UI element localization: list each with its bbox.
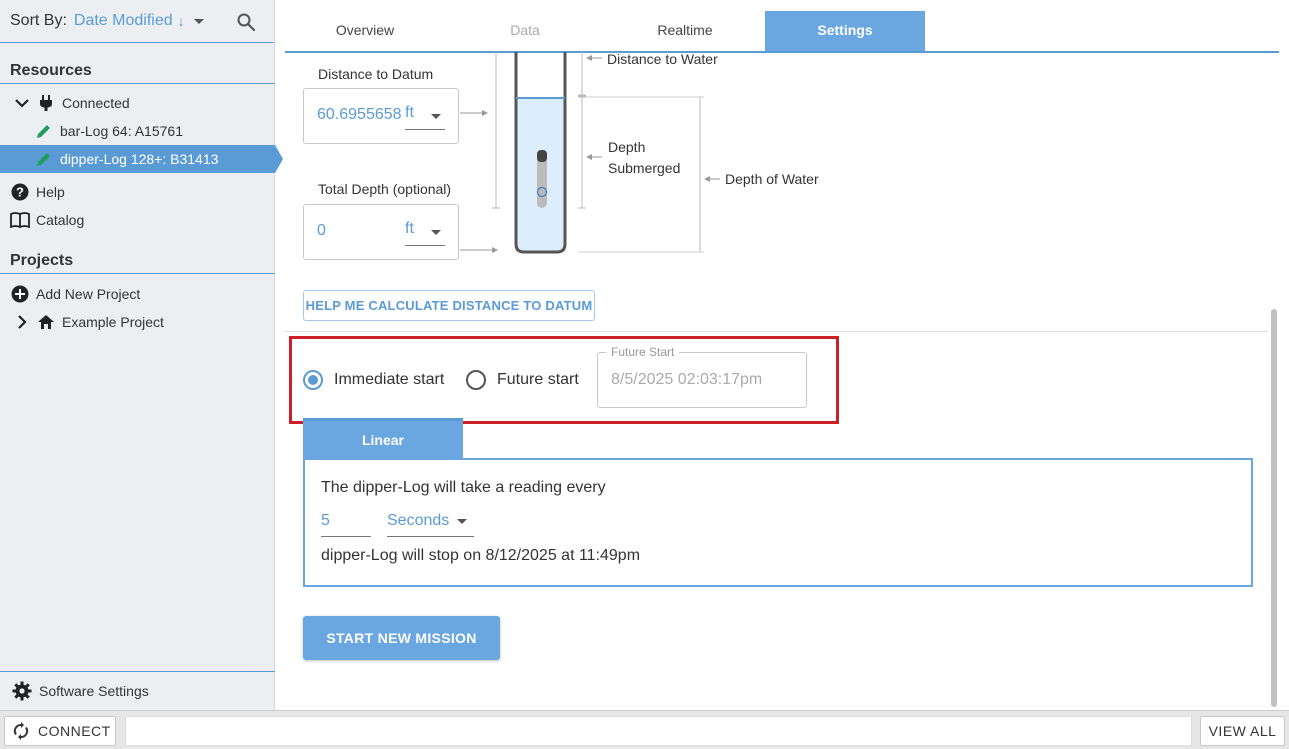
resources-title: Resources <box>0 58 275 84</box>
view-all-button[interactable]: VIEW ALL <box>1200 716 1285 746</box>
plug-icon <box>36 93 56 113</box>
distance-to-datum-label: Distance to Datum <box>318 66 434 82</box>
well-diagram <box>460 52 720 254</box>
future-start-value[interactable]: 8/5/2025 02:03:17pm <box>611 371 762 389</box>
tab-settings[interactable]: Settings <box>765 11 925 51</box>
sort-value[interactable]: Date Modified <box>74 12 173 30</box>
reading-interval-text: The dipper-Log will take a reading every <box>321 479 606 496</box>
total-depth-unit-select[interactable]: ft <box>405 220 445 246</box>
catalog-label: Catalog <box>36 212 85 228</box>
section-divider <box>285 331 1268 332</box>
sidebar-item-help[interactable]: ? Help <box>0 178 275 206</box>
immediate-start-label[interactable]: Immediate start <box>334 371 444 389</box>
add-project-button[interactable]: Add New Project <box>0 280 275 308</box>
add-project-label: Add New Project <box>36 286 141 302</box>
add-circle-icon <box>10 284 30 304</box>
depth-submerged-label-line1: Depth <box>608 139 646 155</box>
chevron-down-icon <box>431 114 441 119</box>
connected-label: Connected <box>62 95 130 111</box>
bottom-bar: CONNECT VIEW ALL <box>0 710 1289 749</box>
distance-unit-select[interactable]: ft <box>405 104 445 130</box>
help-icon: ? <box>10 182 30 202</box>
status-message-field <box>125 716 1192 746</box>
distance-to-water-label: Distance to Water <box>607 51 718 67</box>
future-start-legend: Future Start <box>606 345 680 359</box>
sidebar: Sort By: Date Modified ↓ Resources Conne… <box>0 0 283 710</box>
chevron-down-icon <box>457 519 467 524</box>
stop-time-text: dipper-Log will stop on 8/12/2025 at 11:… <box>321 547 641 564</box>
interval-value-input[interactable]: 5 <box>321 510 371 537</box>
total-depth-value[interactable]: 0 <box>317 222 326 240</box>
svg-text:?: ? <box>16 185 24 200</box>
help-calculate-datum-button[interactable]: HELP ME CALCULATE DISTANCE TO DATUM <box>303 290 595 321</box>
depth-of-water-label: Depth of Water <box>725 171 819 187</box>
tab-overview[interactable]: Overview <box>285 11 445 51</box>
sort-label: Sort By: <box>10 12 67 29</box>
depth-submerged-label-line2: Submerged <box>608 160 681 176</box>
distance-unit-value: ft <box>405 104 414 121</box>
tab-bar: Overview Data Realtime Settings <box>285 11 1279 53</box>
total-depth-unit-value: ft <box>405 220 414 237</box>
connect-label: CONNECT <box>38 723 111 739</box>
interval-unit-value: Seconds <box>387 512 450 529</box>
help-label: Help <box>36 184 65 200</box>
immediate-start-radio[interactable] <box>303 370 323 390</box>
device-label: bar-Log 64: A15761 <box>60 123 183 139</box>
future-start-radio[interactable] <box>466 370 486 390</box>
chevron-down-icon[interactable] <box>12 93 32 113</box>
sidebar-item-device-dipperlog[interactable]: dipper-Log 128+: B31413 <box>0 145 283 173</box>
sort-direction-icon[interactable]: ↓ <box>178 13 185 29</box>
sidebar-item-example-project[interactable]: Example Project <box>0 308 275 336</box>
gear-icon <box>12 681 32 701</box>
connected-group[interactable]: Connected <box>0 89 275 117</box>
sort-bar[interactable]: Sort By: Date Modified ↓ <box>0 0 274 43</box>
software-settings-label: Software Settings <box>39 683 149 699</box>
scrollbar-thumb[interactable] <box>1271 309 1277 707</box>
total-depth-label: Total Depth (optional) <box>318 181 452 197</box>
chevron-down-icon <box>431 230 441 235</box>
home-icon <box>36 312 56 332</box>
refresh-icon <box>13 722 29 740</box>
tab-linear[interactable]: Linear <box>303 418 463 459</box>
pencil-icon <box>34 121 54 141</box>
distance-to-datum-value[interactable]: 60.6955658 <box>317 106 402 124</box>
pencil-icon <box>34 149 54 169</box>
interval-unit-select[interactable]: Seconds <box>387 510 474 537</box>
search-icon[interactable] <box>236 12 256 32</box>
book-icon <box>10 210 30 230</box>
sidebar-item-device-barlog[interactable]: bar-Log 64: A15761 <box>0 117 275 145</box>
device-label: dipper-Log 128+: B31413 <box>60 151 219 167</box>
example-project-label: Example Project <box>62 314 164 330</box>
sort-dropdown-caret-icon[interactable] <box>193 18 204 24</box>
sidebar-item-catalog[interactable]: Catalog <box>0 206 275 234</box>
future-start-label[interactable]: Future start <box>497 371 579 389</box>
tab-data[interactable]: Data <box>445 11 605 51</box>
chevron-right-icon[interactable] <box>12 312 32 332</box>
start-new-mission-button[interactable]: START NEW MISSION <box>303 616 500 660</box>
connect-button[interactable]: CONNECT <box>4 716 116 746</box>
software-settings-button[interactable]: Software Settings <box>0 671 275 710</box>
projects-title: Projects <box>0 248 275 274</box>
tab-realtime[interactable]: Realtime <box>605 11 765 51</box>
